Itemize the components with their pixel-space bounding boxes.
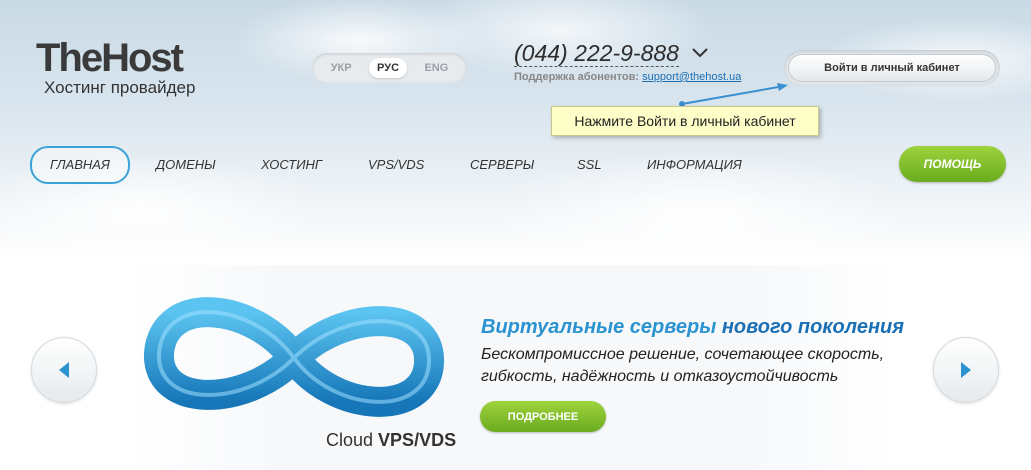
nav-item-servers[interactable]: СЕРВЕРЫ: [470, 146, 534, 184]
nav-item-hosting[interactable]: ХОСТИНГ: [261, 146, 322, 184]
arrow-right-icon: [961, 362, 971, 378]
logo-subtitle: Хостинг провайдер: [44, 78, 196, 97]
slider-next-button[interactable]: [933, 337, 999, 403]
cloud-label-prefix: Cloud: [326, 430, 374, 450]
lang-ukr[interactable]: УКР: [323, 58, 360, 78]
slide-title-part1: Виртуальные серверы: [481, 316, 717, 338]
lang-rus[interactable]: РУС: [369, 58, 408, 78]
slide-description: Бескомпромиссное решение, сочетающее ско…: [481, 346, 885, 385]
nav-item-main[interactable]: ГЛАВНАЯ: [30, 146, 130, 184]
cloud-infinity-logo: [144, 297, 444, 417]
phone-block: (044) 222-9-888 Поддержка абонентов: sup…: [514, 40, 741, 83]
slide-title: Виртуальные серверы нового поколения: [481, 316, 904, 339]
login-container: Войти в личный кабинет: [784, 50, 1000, 86]
logo-title: TheHost: [36, 36, 184, 80]
help-button[interactable]: ПОМОЩЬ: [899, 146, 1006, 182]
site-logo[interactable]: TheHost Хостинг провайдер: [36, 38, 195, 98]
nav-item-vps[interactable]: VPS/VDS: [368, 146, 424, 184]
chevron-down-icon[interactable]: [691, 46, 709, 64]
language-switcher: УКР РУС ENG: [312, 53, 467, 83]
support-label: Поддержка абонентов:: [514, 71, 640, 83]
cloud-vps-label: Cloud VPS/VDS: [326, 430, 456, 451]
nav-item-info[interactable]: ИНФОРМАЦИЯ: [647, 146, 742, 184]
phone-number[interactable]: (044) 222-9-888: [514, 40, 679, 67]
arrow-left-icon: [59, 362, 69, 378]
nav-item-ssl[interactable]: SSL: [577, 146, 602, 184]
more-button[interactable]: ПОДРОБНЕЕ: [480, 401, 606, 432]
cloud-label-suffix: VPS/VDS: [378, 430, 457, 450]
login-button[interactable]: Войти в личный кабинет: [788, 54, 996, 82]
nav-item-domains[interactable]: ДОМЕНЫ: [156, 146, 216, 184]
slider-prev-button[interactable]: [31, 337, 97, 403]
login-tooltip: Нажмите Войти в личный кабинет: [551, 106, 819, 136]
lang-eng[interactable]: ENG: [416, 58, 456, 78]
slide-title-part2: нового поколения: [721, 316, 905, 338]
